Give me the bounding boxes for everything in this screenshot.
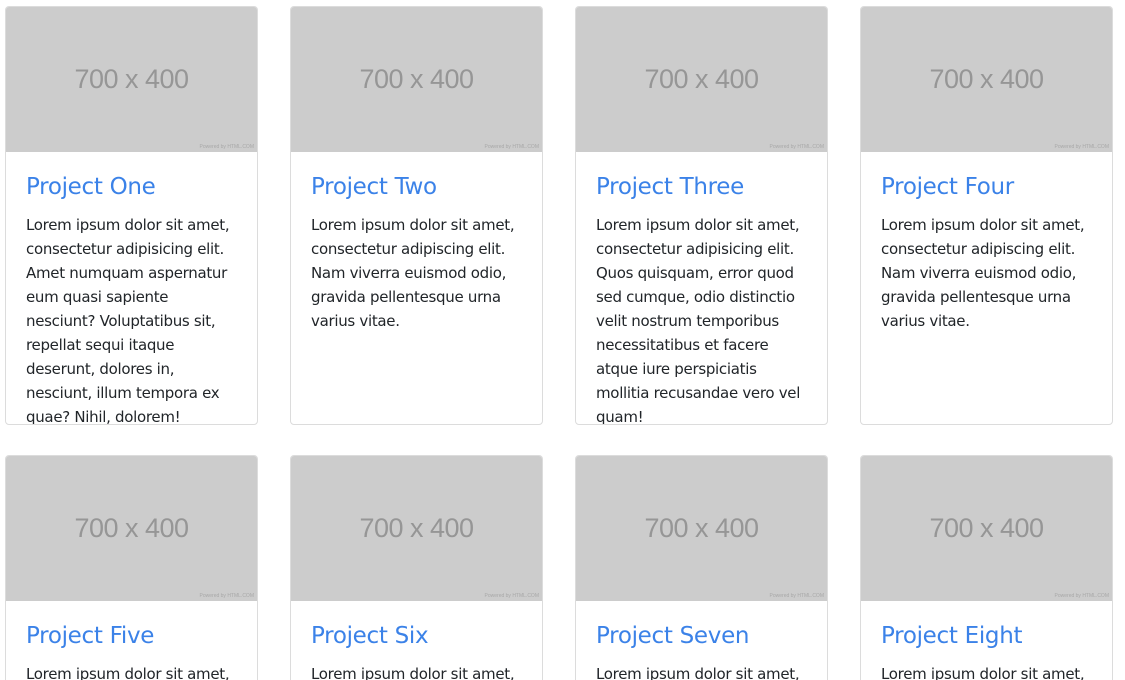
placeholder-size-label: 700 x 400	[644, 64, 759, 94]
project-card: 700 x 400 Powered by HTML.COM Project Ei…	[860, 455, 1113, 680]
project-title-link[interactable]: Project Three	[596, 172, 807, 202]
placeholder-size-label: 700 x 400	[359, 513, 474, 543]
card-body: Project Eight Lorem ipsum dolor sit amet…	[861, 601, 1112, 680]
project-thumbnail[interactable]: 700 x 400 Powered by HTML.COM	[291, 7, 542, 152]
card-body: Project Four Lorem ipsum dolor sit amet,…	[861, 152, 1112, 333]
placeholder-credit: Powered by HTML.COM	[1054, 593, 1109, 599]
project-thumbnail[interactable]: 700 x 400 Powered by HTML.COM	[861, 456, 1112, 601]
project-thumbnail[interactable]: 700 x 400 Powered by HTML.COM	[291, 456, 542, 601]
card-body: Project Three Lorem ipsum dolor sit amet…	[576, 152, 827, 425]
project-grid: 700 x 400 Powered by HTML.COM Project On…	[0, 0, 1125, 680]
project-card: 700 x 400 Powered by HTML.COM Project Se…	[575, 455, 828, 680]
project-title-link[interactable]: Project Four	[881, 172, 1092, 202]
placeholder-credit: Powered by HTML.COM	[769, 144, 824, 150]
project-description: Lorem ipsum dolor sit amet,	[596, 665, 800, 680]
project-thumbnail[interactable]: 700 x 400 Powered by HTML.COM	[6, 456, 257, 601]
project-description: Lorem ipsum dolor sit amet, consectetur …	[596, 216, 801, 425]
project-title-link[interactable]: Project Five	[26, 621, 237, 651]
card-body: Project Seven Lorem ipsum dolor sit amet…	[576, 601, 827, 680]
placeholder-credit: Powered by HTML.COM	[199, 144, 254, 150]
project-description: Lorem ipsum dolor sit amet, consectetur …	[311, 216, 515, 330]
project-description: Lorem ipsum dolor sit amet, consectetur …	[26, 216, 230, 425]
card-body: Project Two Lorem ipsum dolor sit amet, …	[291, 152, 542, 333]
project-thumbnail[interactable]: 700 x 400 Powered by HTML.COM	[576, 7, 827, 152]
project-thumbnail[interactable]: 700 x 400 Powered by HTML.COM	[6, 7, 257, 152]
project-card: 700 x 400 Powered by HTML.COM Project Fo…	[860, 6, 1113, 425]
placeholder-size-label: 700 x 400	[359, 64, 474, 94]
placeholder-credit: Powered by HTML.COM	[199, 593, 254, 599]
placeholder-size-label: 700 x 400	[929, 513, 1044, 543]
project-description: Lorem ipsum dolor sit amet,	[311, 665, 515, 680]
project-title-link[interactable]: Project Six	[311, 621, 522, 651]
placeholder-size-label: 700 x 400	[929, 64, 1044, 94]
project-card: 700 x 400 Powered by HTML.COM Project Si…	[290, 455, 543, 680]
project-title-link[interactable]: Project Two	[311, 172, 522, 202]
project-description: Lorem ipsum dolor sit amet,	[26, 665, 230, 680]
project-card: 700 x 400 Powered by HTML.COM Project Tw…	[290, 6, 543, 425]
placeholder-credit: Powered by HTML.COM	[484, 144, 539, 150]
card-body: Project Five Lorem ipsum dolor sit amet,	[6, 601, 257, 680]
project-card: 700 x 400 Powered by HTML.COM Project On…	[5, 6, 258, 425]
project-title-link[interactable]: Project Eight	[881, 621, 1092, 651]
project-card: 700 x 400 Powered by HTML.COM Project Fi…	[5, 455, 258, 680]
project-thumbnail[interactable]: 700 x 400 Powered by HTML.COM	[576, 456, 827, 601]
card-body: Project One Lorem ipsum dolor sit amet, …	[6, 152, 257, 425]
project-description: Lorem ipsum dolor sit amet, consectetur …	[881, 216, 1085, 330]
placeholder-size-label: 700 x 400	[74, 513, 189, 543]
project-title-link[interactable]: Project One	[26, 172, 237, 202]
placeholder-credit: Powered by HTML.COM	[484, 593, 539, 599]
project-card: 700 x 400 Powered by HTML.COM Project Th…	[575, 6, 828, 425]
placeholder-size-label: 700 x 400	[644, 513, 759, 543]
placeholder-size-label: 700 x 400	[74, 64, 189, 94]
project-title-link[interactable]: Project Seven	[596, 621, 807, 651]
placeholder-credit: Powered by HTML.COM	[769, 593, 824, 599]
project-thumbnail[interactable]: 700 x 400 Powered by HTML.COM	[861, 7, 1112, 152]
card-body: Project Six Lorem ipsum dolor sit amet,	[291, 601, 542, 680]
project-description: Lorem ipsum dolor sit amet,	[881, 665, 1085, 680]
placeholder-credit: Powered by HTML.COM	[1054, 144, 1109, 150]
